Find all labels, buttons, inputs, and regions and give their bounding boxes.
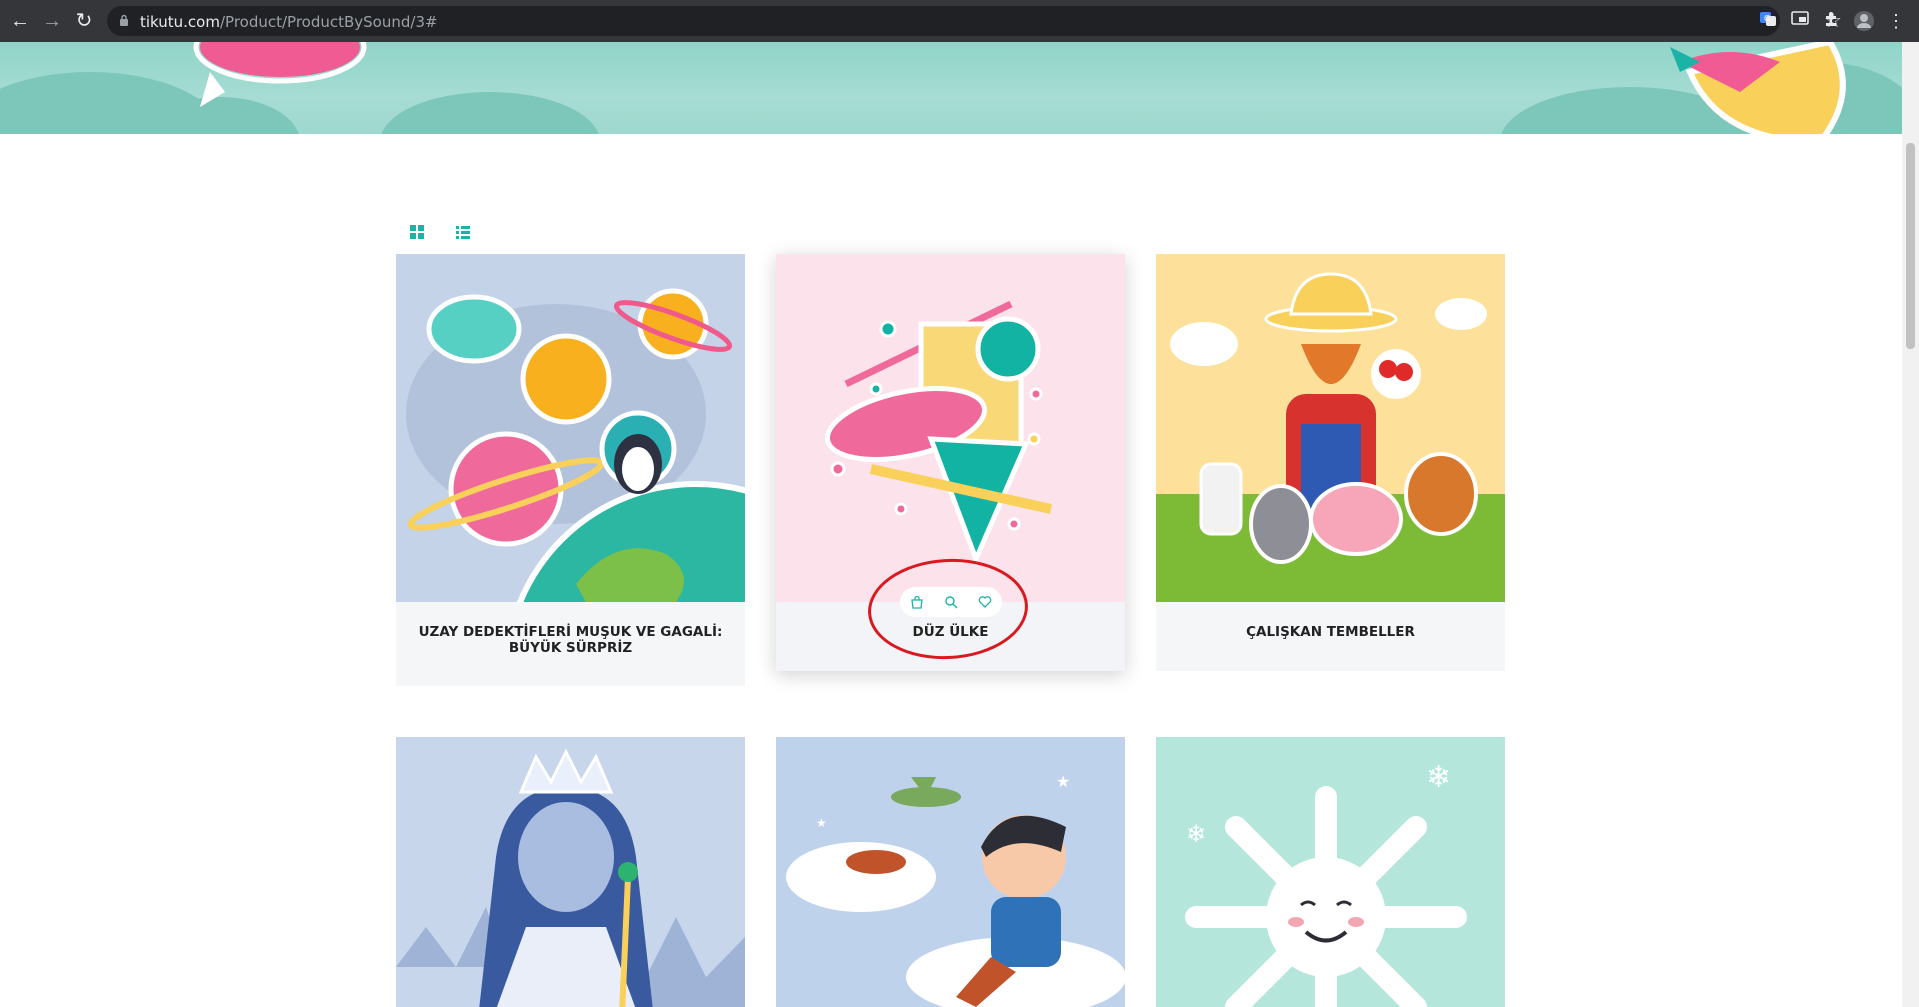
page-scrollbar[interactable] — [1902, 42, 1919, 1007]
product-card[interactable]: ❄ ❄ — [1156, 737, 1505, 1007]
banner-decoration-right — [1670, 42, 1846, 134]
address-bar[interactable]: tikutu.com/Product/ProductBySound/3# ☆ — [107, 6, 1842, 36]
product-card[interactable]: ★ ★ — [776, 737, 1125, 1007]
boy-cloud-airplane-illustration[interactable]: ★ ★ — [776, 737, 1125, 1007]
svg-text:❄: ❄ — [1426, 760, 1451, 795]
heart-icon[interactable] — [973, 590, 997, 614]
translate-icon[interactable]: G — [1757, 10, 1779, 32]
forward-icon[interactable]: → — [40, 9, 64, 33]
page-viewport: UZAY DEDEKTİFLERİ MUŞUK VE GAGALİ: BÜYÜK… — [0, 42, 1919, 1007]
browser-toolbar: ← → ↻ tikutu.com/Product/ProductBySound/… — [0, 0, 1919, 42]
space-planets-penguin-illustration[interactable] — [396, 254, 745, 602]
cast-icon[interactable] — [1789, 10, 1811, 32]
hero-banner — [0, 42, 1902, 134]
svg-text:G: G — [1764, 14, 1770, 23]
product-title[interactable]: ÇALIŞKAN TEMBELLER — [1166, 624, 1495, 640]
product-card[interactable]: DÜZ ÜLKE — [776, 254, 1125, 671]
snowflake-face-illustration[interactable]: ❄ ❄ — [1156, 737, 1505, 1007]
grid-view-icon[interactable] — [409, 224, 429, 240]
ice-queen-illustration[interactable] — [396, 737, 745, 1007]
url-text[interactable]: tikutu.com/Product/ProductBySound/3# — [140, 13, 438, 31]
product-title[interactable]: UZAY DEDEKTİFLERİ MUŞUK VE GAGALİ: BÜYÜK… — [406, 624, 735, 656]
list-view-icon[interactable] — [455, 224, 475, 240]
svg-text:★: ★ — [1056, 772, 1070, 791]
scrollbar-thumb[interactable] — [1906, 143, 1915, 349]
lock-icon[interactable] — [119, 14, 129, 26]
product-card[interactable]: ÇALIŞKAN TEMBELLER — [1156, 254, 1505, 671]
menu-dots-icon[interactable]: ⋮ — [1885, 10, 1907, 32]
banner-decoration-left — [193, 42, 367, 107]
search-icon[interactable] — [939, 590, 963, 614]
back-icon[interactable]: ← — [8, 9, 32, 33]
geometric-shapes-illustration[interactable] — [776, 254, 1125, 602]
shopping-bag-icon[interactable] — [905, 590, 929, 614]
extensions-icon[interactable] — [1821, 10, 1843, 32]
svg-text:★: ★ — [816, 816, 827, 830]
reload-icon[interactable]: ↻ — [72, 9, 96, 33]
product-quick-actions — [900, 587, 1002, 617]
product-title[interactable]: DÜZ ÜLKE — [786, 624, 1115, 640]
farmer-animals-illustration[interactable] — [1156, 254, 1505, 602]
product-card[interactable] — [396, 737, 745, 1007]
product-card[interactable]: UZAY DEDEKTİFLERİ MUŞUK VE GAGALİ: BÜYÜK… — [396, 254, 745, 686]
profile-avatar[interactable] — [1853, 10, 1875, 32]
svg-text:❄: ❄ — [1186, 820, 1206, 848]
